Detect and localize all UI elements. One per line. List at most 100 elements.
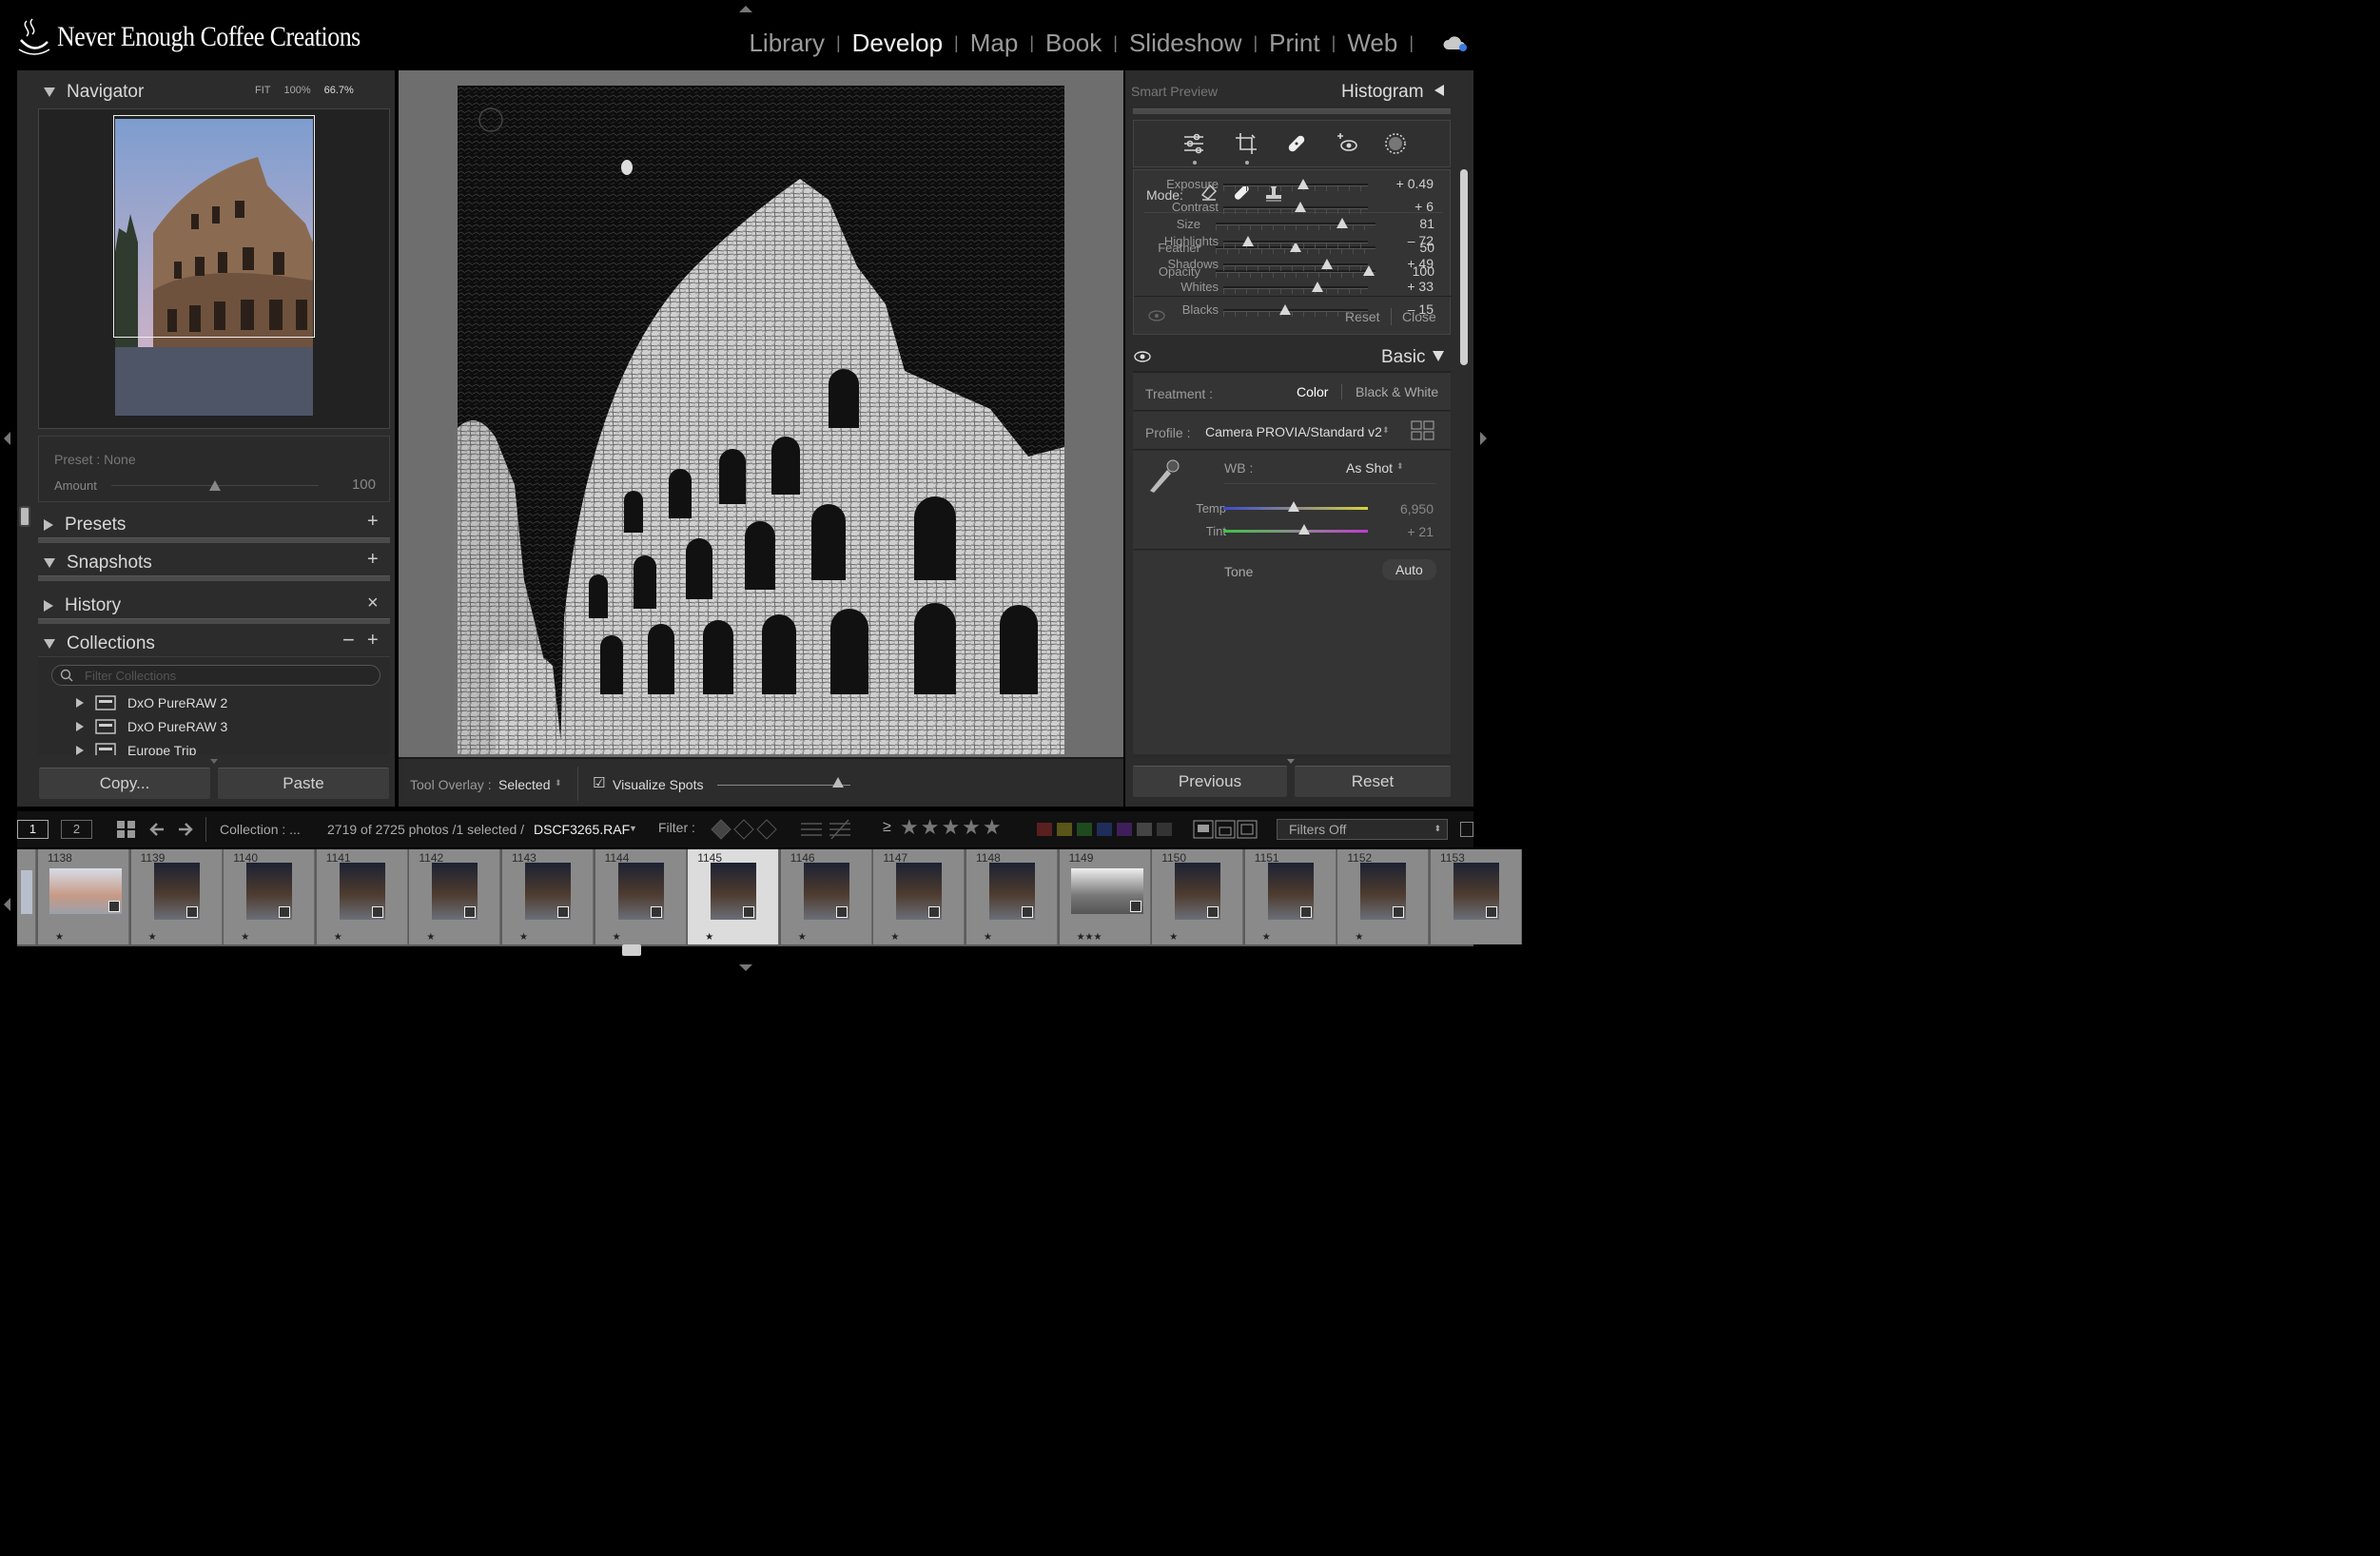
bottom-panel-toggle-icon[interactable] xyxy=(739,964,752,971)
amount-slider[interactable] xyxy=(111,480,319,491)
snapshots-header[interactable]: Snapshots xyxy=(44,553,152,574)
film-frame[interactable]: 1145 ★ xyxy=(688,849,780,944)
rating-gte-symbol[interactable]: ≥ xyxy=(883,819,891,836)
tint-slider-thumb[interactable] xyxy=(1298,524,1310,535)
highlights-slider[interactable] xyxy=(1223,236,1368,248)
profile-select[interactable]: Camera PROVIA/Standard v2 xyxy=(1205,424,1382,439)
film-frame[interactable]: 1152 ★ xyxy=(1337,849,1430,944)
develop-badge-icon[interactable] xyxy=(557,906,569,918)
develop-badge-icon[interactable] xyxy=(464,906,477,918)
history-header[interactable]: History xyxy=(44,595,121,616)
slider-thumb[interactable] xyxy=(1336,218,1348,228)
edit-sliders-icon[interactable] xyxy=(1181,131,1206,156)
healing-brush-icon[interactable] xyxy=(1284,131,1309,156)
collection-set-item[interactable]: DxO PureRAW 2 xyxy=(76,695,227,710)
treatment-color-button[interactable]: Color xyxy=(1297,384,1328,399)
masking-icon[interactable] xyxy=(1383,131,1408,156)
edit-filter-icons[interactable] xyxy=(799,818,852,841)
green-label-swatch[interactable] xyxy=(1077,823,1092,836)
navigator-view-rectangle[interactable] xyxy=(113,115,315,338)
develop-badge-icon[interactable] xyxy=(185,906,198,918)
color-label-filter[interactable] xyxy=(1037,823,1172,836)
histogram-collapse-icon[interactable] xyxy=(1434,85,1444,96)
develop-badge-icon[interactable] xyxy=(108,901,120,912)
visualize-threshold-slider[interactable] xyxy=(717,785,850,786)
film-frame[interactable]: 1148 ★ xyxy=(966,849,1058,944)
develop-badge-icon[interactable] xyxy=(1129,901,1141,912)
slider-thumb[interactable] xyxy=(1297,179,1309,189)
crop-icon[interactable] xyxy=(1234,131,1258,156)
film-frame[interactable]: 1150 ★ xyxy=(1152,849,1244,944)
add-snapshot-button[interactable]: + xyxy=(367,549,379,571)
film-frame[interactable]: 1139 ★ xyxy=(130,849,223,944)
main-photo[interactable] xyxy=(458,86,1064,754)
forward-arrow-icon[interactable] xyxy=(177,821,194,838)
custom-label-swatch[interactable] xyxy=(1137,823,1152,836)
purple-label-swatch[interactable] xyxy=(1117,823,1132,836)
left-panel-toggle-icon[interactable] xyxy=(4,432,10,445)
blue-label-swatch[interactable] xyxy=(1097,823,1112,836)
zoom-100[interactable]: 100% xyxy=(284,85,311,96)
red-eye-icon[interactable] xyxy=(1336,131,1360,156)
film-frame[interactable]: 1151 ★ xyxy=(1244,849,1336,944)
navigator-preview-area[interactable] xyxy=(38,108,390,429)
remove-collection-button[interactable]: − xyxy=(342,628,355,652)
copy-settings-button[interactable]: Copy... xyxy=(39,768,210,799)
develop-badge-icon[interactable] xyxy=(1022,906,1033,918)
tint-value[interactable]: + 21 xyxy=(1376,524,1434,539)
yellow-label-swatch[interactable] xyxy=(1057,823,1072,836)
develop-badge-icon[interactable] xyxy=(279,906,291,918)
cloud-sync-icon[interactable] xyxy=(1442,34,1469,53)
film-frame[interactable]: 1138 ★ xyxy=(38,849,129,944)
module-web[interactable]: Web xyxy=(1347,29,1397,58)
exposure-slider[interactable] xyxy=(1223,179,1368,191)
wb-select[interactable]: As Shot xyxy=(1346,460,1393,476)
slider-thumb[interactable] xyxy=(1321,259,1333,269)
temp-value[interactable]: 6,950 xyxy=(1376,501,1434,516)
tint-slider-track[interactable] xyxy=(1223,530,1368,533)
blacks-slider[interactable] xyxy=(1223,304,1368,317)
grid-view-icon[interactable] xyxy=(116,820,137,839)
add-collection-button[interactable]: + xyxy=(367,630,379,652)
filmstrip-left-edge-icon[interactable] xyxy=(4,898,10,911)
collection-source[interactable]: Collection : ... xyxy=(220,822,301,837)
kind-filter-icons[interactable] xyxy=(1193,820,1258,839)
film-frame[interactable]: 1140 ★ xyxy=(224,849,316,944)
selected-filename[interactable]: DSCF3265.RAF xyxy=(534,822,630,837)
add-preset-button[interactable]: + xyxy=(367,511,379,533)
slider-thumb[interactable] xyxy=(1312,282,1323,292)
brush-size-value[interactable]: 81 xyxy=(1381,216,1434,231)
filter-collections-field[interactable]: Filter Collections xyxy=(51,665,380,686)
module-book[interactable]: Book xyxy=(1045,29,1102,58)
filter-presets-select[interactable]: Filters Off ⬍ xyxy=(1277,819,1448,840)
basic-title[interactable]: Basic xyxy=(1381,347,1425,368)
contrast-value[interactable]: + 6 xyxy=(1376,199,1434,214)
slider-thumb[interactable] xyxy=(1279,304,1291,315)
film-frame[interactable]: 1144 ★ xyxy=(595,849,687,944)
previous-button[interactable]: Previous xyxy=(1133,766,1287,797)
temp-slider-thumb[interactable] xyxy=(1288,501,1299,512)
develop-badge-icon[interactable] xyxy=(1299,906,1312,918)
filmstrip-scrollbar[interactable] xyxy=(622,944,641,956)
develop-badge-icon[interactable] xyxy=(1207,906,1219,918)
film-frame[interactable]: 1153 xyxy=(1431,849,1522,944)
module-map[interactable]: Map xyxy=(970,29,1019,58)
slider-thumb[interactable] xyxy=(1295,202,1306,212)
module-slideshow[interactable]: Slideshow xyxy=(1129,29,1242,58)
main-window-button[interactable]: 1 xyxy=(17,820,49,839)
partial-frame[interactable] xyxy=(17,849,36,944)
right-panel-toggle-icon[interactable] xyxy=(1480,432,1487,445)
film-frame[interactable]: 1149 ★★★ xyxy=(1059,849,1151,944)
develop-badge-icon[interactable] xyxy=(1393,906,1405,918)
second-window-button[interactable]: 2 xyxy=(61,820,92,839)
right-panel-scrollbar[interactable] xyxy=(1460,169,1468,365)
collection-set-item[interactable]: Europe Trip xyxy=(76,743,196,755)
visualize-spots-checkbox[interactable]: ☑ xyxy=(593,774,605,791)
slider-thumb[interactable] xyxy=(1242,236,1254,246)
no-label-swatch[interactable] xyxy=(1157,823,1172,836)
expand-icon[interactable] xyxy=(76,698,84,708)
star-rating-filter[interactable]: ★★★★★ xyxy=(900,815,1004,840)
visualize-threshold-thumb[interactable] xyxy=(832,777,844,788)
exposure-value[interactable]: + 0.49 xyxy=(1376,176,1434,191)
profile-browser-icon[interactable] xyxy=(1411,420,1435,441)
